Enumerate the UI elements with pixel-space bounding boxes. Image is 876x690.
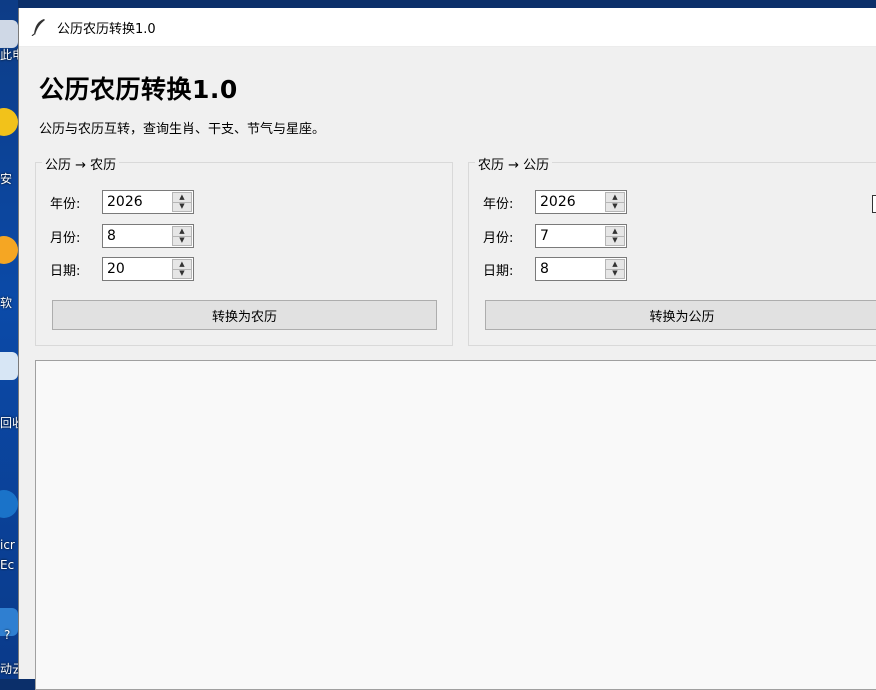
desktop-label-help: ? xyxy=(4,628,11,642)
spin-up-icon: ▲ xyxy=(179,192,185,201)
spin-down-icon: ▼ xyxy=(179,269,185,278)
solar-day-row: 日期: 20 ▲ ▼ xyxy=(50,256,194,282)
lunar-month-label: 月份: xyxy=(483,230,514,246)
leap-month-checkbox[interactable] xyxy=(872,195,876,213)
lunar-month-value[interactable]: 7 xyxy=(536,225,604,247)
lunar-year-spin-buttons: ▲ ▼ xyxy=(605,192,625,212)
spin-down-icon: ▼ xyxy=(612,269,618,278)
title-bar[interactable]: 公历农历转换1.0 xyxy=(19,8,876,47)
edge-browser-icon[interactable] xyxy=(0,490,18,518)
solar-to-lunar-group: 公历 → 农历 年份: 2026 ▲ ▼ 月份: 8 ▲ ▼ 日期: 20 ▲ … xyxy=(35,154,453,346)
solar-day-spin-buttons: ▲ ▼ xyxy=(172,259,192,279)
this-pc-icon[interactable] xyxy=(0,20,18,48)
solar-year-label: 年份: xyxy=(50,196,81,212)
spin-down-icon: ▼ xyxy=(179,202,185,211)
lunar-year-increment[interactable]: ▲ xyxy=(605,192,625,203)
lunar-year-spinbox[interactable]: 2026 ▲ ▼ xyxy=(535,190,627,214)
solar-day-spinbox[interactable]: 20 ▲ ▼ xyxy=(102,257,194,281)
lunar-month-increment[interactable]: ▲ xyxy=(605,226,625,237)
desktop-label-cloud: 动云 xyxy=(0,662,18,676)
lunar-month-spin-buttons: ▲ ▼ xyxy=(605,226,625,246)
lunar-year-row: 年份: 2026 ▲ ▼ xyxy=(483,189,627,215)
result-output-area[interactable] xyxy=(35,360,876,690)
spin-up-icon: ▲ xyxy=(612,192,618,201)
solar-month-row: 月份: 8 ▲ ▼ xyxy=(50,223,194,249)
lunar-day-label: 日期: xyxy=(483,263,514,279)
window-title: 公历农历转换1.0 xyxy=(57,21,156,37)
desktop-label-edge-2: Ec xyxy=(0,558,15,572)
solar-month-decrement[interactable]: ▼ xyxy=(172,236,192,246)
lunar-day-decrement[interactable]: ▼ xyxy=(605,269,625,279)
lunar-month-row: 月份: 7 ▲ ▼ xyxy=(483,223,627,249)
lunar-to-solar-group: 农历 → 公历 年份: 2026 ▲ ▼ 月份: 7 ▲ ▼ 日期: 8 ▲ ▼… xyxy=(468,154,876,346)
lunar-day-increment[interactable]: ▲ xyxy=(605,259,625,270)
solar-year-value[interactable]: 2026 xyxy=(103,191,171,213)
lunar-day-spinbox[interactable]: 8 ▲ ▼ xyxy=(535,257,627,281)
solar-month-increment[interactable]: ▲ xyxy=(172,226,192,237)
spin-down-icon: ▼ xyxy=(179,236,185,245)
feather-icon xyxy=(31,19,45,36)
solar-day-decrement[interactable]: ▼ xyxy=(172,269,192,279)
desktop-label-recycle: 回收 xyxy=(0,416,18,430)
lunar-day-value[interactable]: 8 xyxy=(536,258,604,280)
lunar-year-value[interactable]: 2026 xyxy=(536,191,604,213)
solar-year-row: 年份: 2026 ▲ ▼ xyxy=(50,189,194,215)
solar-day-value[interactable]: 20 xyxy=(103,258,171,280)
convert-to-solar-button[interactable]: 转换为公历 xyxy=(485,300,876,330)
solar-month-spin-buttons: ▲ ▼ xyxy=(172,226,192,246)
solar-year-decrement[interactable]: ▼ xyxy=(172,202,192,212)
software-app-icon[interactable] xyxy=(0,236,18,264)
lunar-to-solar-legend: 农历 → 公历 xyxy=(475,154,553,173)
desktop-label-security: 安 xyxy=(0,172,13,186)
desktop-background: 此电 安 软 回收 icr Ec ? 动云 xyxy=(0,0,18,679)
lunar-month-spinbox[interactable]: 7 ▲ ▼ xyxy=(535,224,627,248)
app-window: 公历农历转换1.0 公历农历转换1.0 公历与农历互转，查询生肖、干支、节气与星… xyxy=(18,8,876,690)
spin-down-icon: ▼ xyxy=(612,202,618,211)
security-app-icon[interactable] xyxy=(0,108,18,136)
solar-month-label: 月份: xyxy=(50,230,81,246)
solar-year-spin-buttons: ▲ ▼ xyxy=(172,192,192,212)
lunar-year-label: 年份: xyxy=(483,196,514,212)
lunar-year-decrement[interactable]: ▼ xyxy=(605,202,625,212)
desktop-label-edge-1: icr xyxy=(0,538,15,552)
desktop-label-this-pc: 此电 xyxy=(0,48,18,62)
solar-to-lunar-legend: 公历 → 农历 xyxy=(42,154,120,173)
solar-year-spinbox[interactable]: 2026 ▲ ▼ xyxy=(102,190,194,214)
page-title: 公历农历转换1.0 xyxy=(39,75,238,104)
convert-to-lunar-button[interactable]: 转换为农历 xyxy=(52,300,437,330)
solar-day-label: 日期: xyxy=(50,263,81,279)
desktop-label-software: 软 xyxy=(0,296,13,310)
lunar-month-decrement[interactable]: ▼ xyxy=(605,236,625,246)
solar-month-spinbox[interactable]: 8 ▲ ▼ xyxy=(102,224,194,248)
spin-up-icon: ▲ xyxy=(612,259,618,268)
solar-year-increment[interactable]: ▲ xyxy=(172,192,192,203)
spin-up-icon: ▲ xyxy=(179,259,185,268)
lunar-day-spin-buttons: ▲ ▼ xyxy=(605,259,625,279)
lunar-day-row: 日期: 8 ▲ ▼ xyxy=(483,256,627,282)
spin-up-icon: ▲ xyxy=(612,226,618,235)
solar-month-value[interactable]: 8 xyxy=(103,225,171,247)
solar-day-increment[interactable]: ▲ xyxy=(172,259,192,270)
spin-down-icon: ▼ xyxy=(612,236,618,245)
recycle-bin-icon[interactable] xyxy=(0,352,18,380)
spin-up-icon: ▲ xyxy=(179,226,185,235)
page-subtitle: 公历与农历互转，查询生肖、干支、节气与星座。 xyxy=(39,122,326,137)
